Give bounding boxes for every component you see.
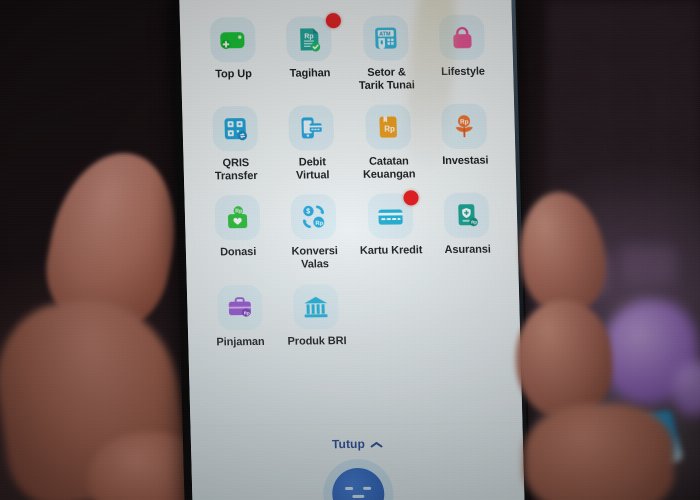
grid-label-produk-bri: Produk BRI (287, 334, 347, 348)
grid-label-tagihan: Tagihan (289, 67, 331, 80)
qr-code-icon (224, 118, 247, 141)
tile-pinjaman[interactable]: Rp (216, 284, 263, 330)
money-plant-icon: Rp (455, 115, 474, 138)
svg-text:Rp: Rp (304, 33, 314, 40)
phone-screen: Cari fitur Top Up (178, 0, 525, 500)
tile-qris-transfer[interactable] (211, 106, 259, 152)
svg-text:Rp: Rp (244, 310, 250, 315)
svg-text:Rp: Rp (471, 220, 477, 225)
svg-text:Rp: Rp (384, 125, 395, 134)
insurance-shield-icon: Rp (458, 204, 478, 227)
feature-grid: Top Up Rp Tagihan ATM Setor & Tarik Tuna… (194, 13, 509, 348)
grid-label-catatan-keuangan: Catatan Keuangan (362, 155, 416, 181)
tile-produk-bri[interactable] (293, 283, 340, 330)
tile-top-up[interactable] (209, 16, 256, 63)
grid-item-investasi[interactable]: Rp Investasi (426, 103, 504, 181)
grid-item-lifestyle[interactable]: Lifestyle (423, 14, 501, 91)
grid-label-donasi: Donasi (219, 246, 257, 259)
photo-scene: Cari fitur Top Up (0, 0, 700, 500)
briefcase-loan-icon: Rp (228, 297, 251, 317)
svg-text:Rp: Rp (460, 119, 469, 126)
svg-text:Rp: Rp (235, 209, 242, 215)
grid-item-produk-bri[interactable]: Produk BRI (277, 283, 355, 348)
tile-investasi[interactable]: Rp (441, 103, 488, 150)
ledger-book-icon: Rp (379, 116, 397, 138)
grid-item-konversi-valas[interactable]: $ Rp Konversi Valas (275, 194, 353, 271)
grid-label-qris-transfer: QRIS Transfer (214, 157, 258, 183)
background-purple-tile-2 (620, 246, 676, 284)
grid-item-pinjaman[interactable]: Rp Pinjaman (201, 284, 279, 348)
grid-label-pinjaman: Pinjaman (216, 335, 265, 348)
phone-card-icon (301, 117, 323, 139)
grid-item-asuransi[interactable]: Rp Asuransi (428, 192, 506, 270)
grid-item-debit-virtual[interactable]: Debit Virtual (273, 105, 351, 182)
grid-label-kartu-kredit: Kartu Kredit (359, 244, 423, 258)
notification-badge-tagihan (325, 13, 342, 29)
grid-label-asuransi: Asuransi (444, 243, 491, 257)
svg-text:ATM: ATM (379, 31, 391, 37)
grid-label-lifestyle: Lifestyle (440, 65, 486, 79)
donation-box-icon: Rp (227, 206, 247, 229)
tile-debit-virtual[interactable] (288, 105, 335, 151)
svg-text:Rp: Rp (316, 221, 324, 227)
chevron-up-icon[interactable] (371, 440, 382, 447)
bank-building-icon (304, 296, 328, 318)
grid-label-debit-virtual: Debit Virtual (295, 156, 330, 182)
bill-document-icon: Rp (299, 27, 320, 51)
svg-text:$: $ (306, 209, 310, 216)
grid-item-tagihan[interactable]: Rp Tagihan (270, 13, 348, 93)
grid-item-setor-tarik-tunai[interactable]: ATM Setor & Tarik Tunai (347, 15, 425, 92)
grid-item-top-up[interactable]: Top Up (194, 16, 272, 94)
wallet-plus-icon (220, 31, 245, 49)
tile-konversi-valas[interactable]: $ Rp (290, 194, 337, 240)
tile-lifestyle[interactable] (439, 14, 486, 61)
assistant-face-icon (345, 486, 372, 500)
grid-label-top-up: Top Up (215, 68, 252, 81)
tile-donasi[interactable]: Rp (214, 195, 261, 241)
currency-swap-icon: $ Rp (303, 205, 325, 229)
grid-item-qris-transfer[interactable]: QRIS Transfer (196, 106, 274, 183)
tile-setor-tarik-tunai[interactable]: ATM (362, 15, 409, 61)
grid-item-donasi[interactable]: Rp Donasi (198, 195, 276, 272)
grid-label-investasi: Investasi (442, 154, 489, 168)
atm-machine-icon: ATM (374, 27, 397, 49)
credit-card-icon (378, 209, 403, 225)
grid-item-catatan-keuangan[interactable]: Rp Catatan Keuangan (349, 104, 427, 181)
tile-catatan-keuangan[interactable]: Rp (364, 104, 412, 151)
close-sheet-row[interactable]: Tutup (190, 422, 524, 453)
phone-device: Cari fitur Top Up (170, 0, 532, 500)
grid-label-konversi-valas: Konversi Valas (291, 245, 338, 271)
grid-item-kartu-kredit[interactable]: Kartu Kredit (351, 190, 429, 271)
tile-tagihan[interactable]: Rp (286, 16, 333, 62)
close-sheet-label[interactable]: Tutup (332, 437, 365, 451)
right-hand-palm (524, 404, 674, 500)
grid-label-setor-tarik-tunai: Setor & Tarik Tunai (358, 66, 415, 92)
tile-asuransi[interactable]: Rp (443, 192, 490, 239)
handbag-icon (453, 26, 472, 48)
